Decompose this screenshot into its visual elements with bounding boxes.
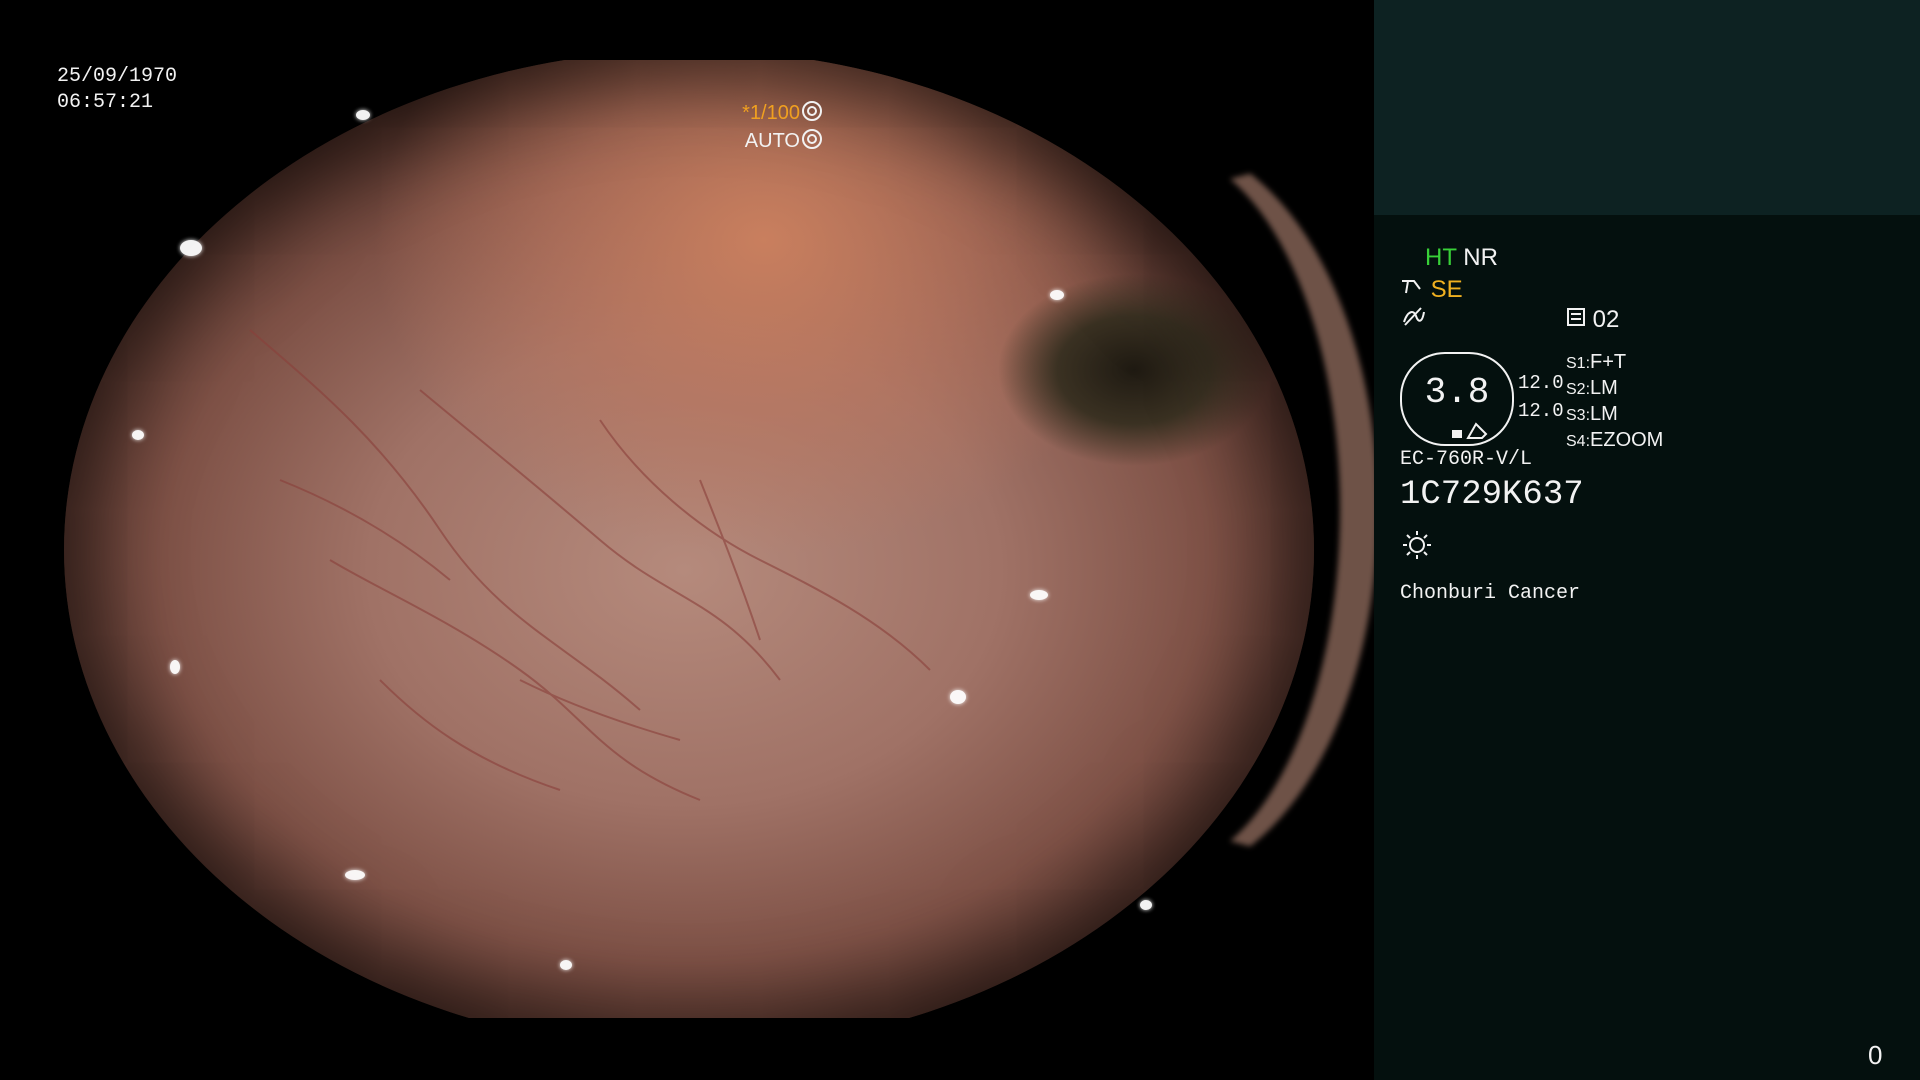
memory-card-icon xyxy=(1567,308,1585,326)
setting-key: S1: xyxy=(1566,355,1591,372)
se-label: SE xyxy=(1430,276,1463,303)
setting-value: F+T xyxy=(1590,351,1627,373)
lens-value: 3.8 xyxy=(1424,372,1490,413)
specular-highlight xyxy=(1030,590,1048,600)
setting-row: S1:F+T xyxy=(1566,350,1663,376)
lens-left-top: 12.0 xyxy=(1518,372,1564,394)
scope-model: EC-760R-V/L xyxy=(1400,448,1533,471)
channel-row: 02 xyxy=(1566,306,1619,334)
institution-name: Chonburi Cancer xyxy=(1400,582,1581,605)
date-label: 25/09/1970 xyxy=(57,65,178,88)
setting-key: S4: xyxy=(1566,433,1591,450)
specular-highlight xyxy=(345,870,365,880)
specular-highlight xyxy=(170,660,180,674)
specular-highlight xyxy=(1140,900,1152,910)
panel-header xyxy=(1374,0,1920,215)
setting-row: S2:LM xyxy=(1566,376,1663,402)
setting-row: S4:EZOOM xyxy=(1566,428,1663,454)
setting-row: S3:LM xyxy=(1566,402,1663,428)
se-row: SE xyxy=(1400,276,1463,304)
specular-highlight xyxy=(1050,290,1064,300)
scope-tip-icon xyxy=(1402,280,1421,294)
lens-left-bottom: 12.0 xyxy=(1518,400,1564,422)
scope-serial: 1C729K637 xyxy=(1400,476,1584,514)
image-mode-ht: HT NR xyxy=(1425,244,1498,272)
exposure-mode: AUTO xyxy=(744,130,800,152)
specular-highlight xyxy=(560,960,572,970)
shutter-value: 1/100 xyxy=(749,102,800,124)
info-panel xyxy=(1374,0,1920,1080)
specular-highlight xyxy=(132,430,144,440)
endoscopic-image xyxy=(0,60,1374,1018)
wave-mark-icon xyxy=(1403,307,1425,326)
iris-icon xyxy=(802,129,822,149)
shutter-info: *1/100 AUTO xyxy=(742,99,822,155)
specular-highlight xyxy=(950,690,966,704)
timestamp: 25/09/1970 06:57:21 xyxy=(57,64,177,116)
ht-label: HT xyxy=(1425,244,1457,271)
setting-value: LM xyxy=(1590,403,1618,425)
endoscope-viewport: 25/09/1970 06:57:21 *1/100 AUTO xyxy=(0,0,1374,1080)
channel-value: 02 xyxy=(1592,306,1620,333)
aperture-icon xyxy=(802,101,822,121)
specular-highlight xyxy=(356,110,370,120)
nr-label: NR xyxy=(1463,244,1498,271)
setting-value: EZOOM xyxy=(1590,429,1664,451)
shutter-prefix: * xyxy=(742,102,750,124)
frame-counter: 0 xyxy=(1868,1040,1883,1070)
vascular-pattern xyxy=(249,329,931,801)
top-mask xyxy=(0,0,1374,60)
wave-mark xyxy=(1402,306,1426,335)
specular-highlight xyxy=(180,240,202,256)
setting-value: LM xyxy=(1590,377,1618,399)
bottom-mask xyxy=(0,1018,1374,1080)
zoom-marker-icon xyxy=(1452,422,1488,439)
light-source-icon xyxy=(1403,531,1431,559)
setting-key: S2: xyxy=(1566,381,1591,398)
time-label: 06:57:21 xyxy=(57,91,154,114)
setting-key: S3: xyxy=(1566,407,1591,424)
settings-list: S1:F+T S2:LM S3:LM S4:EZOOM xyxy=(1566,350,1663,454)
